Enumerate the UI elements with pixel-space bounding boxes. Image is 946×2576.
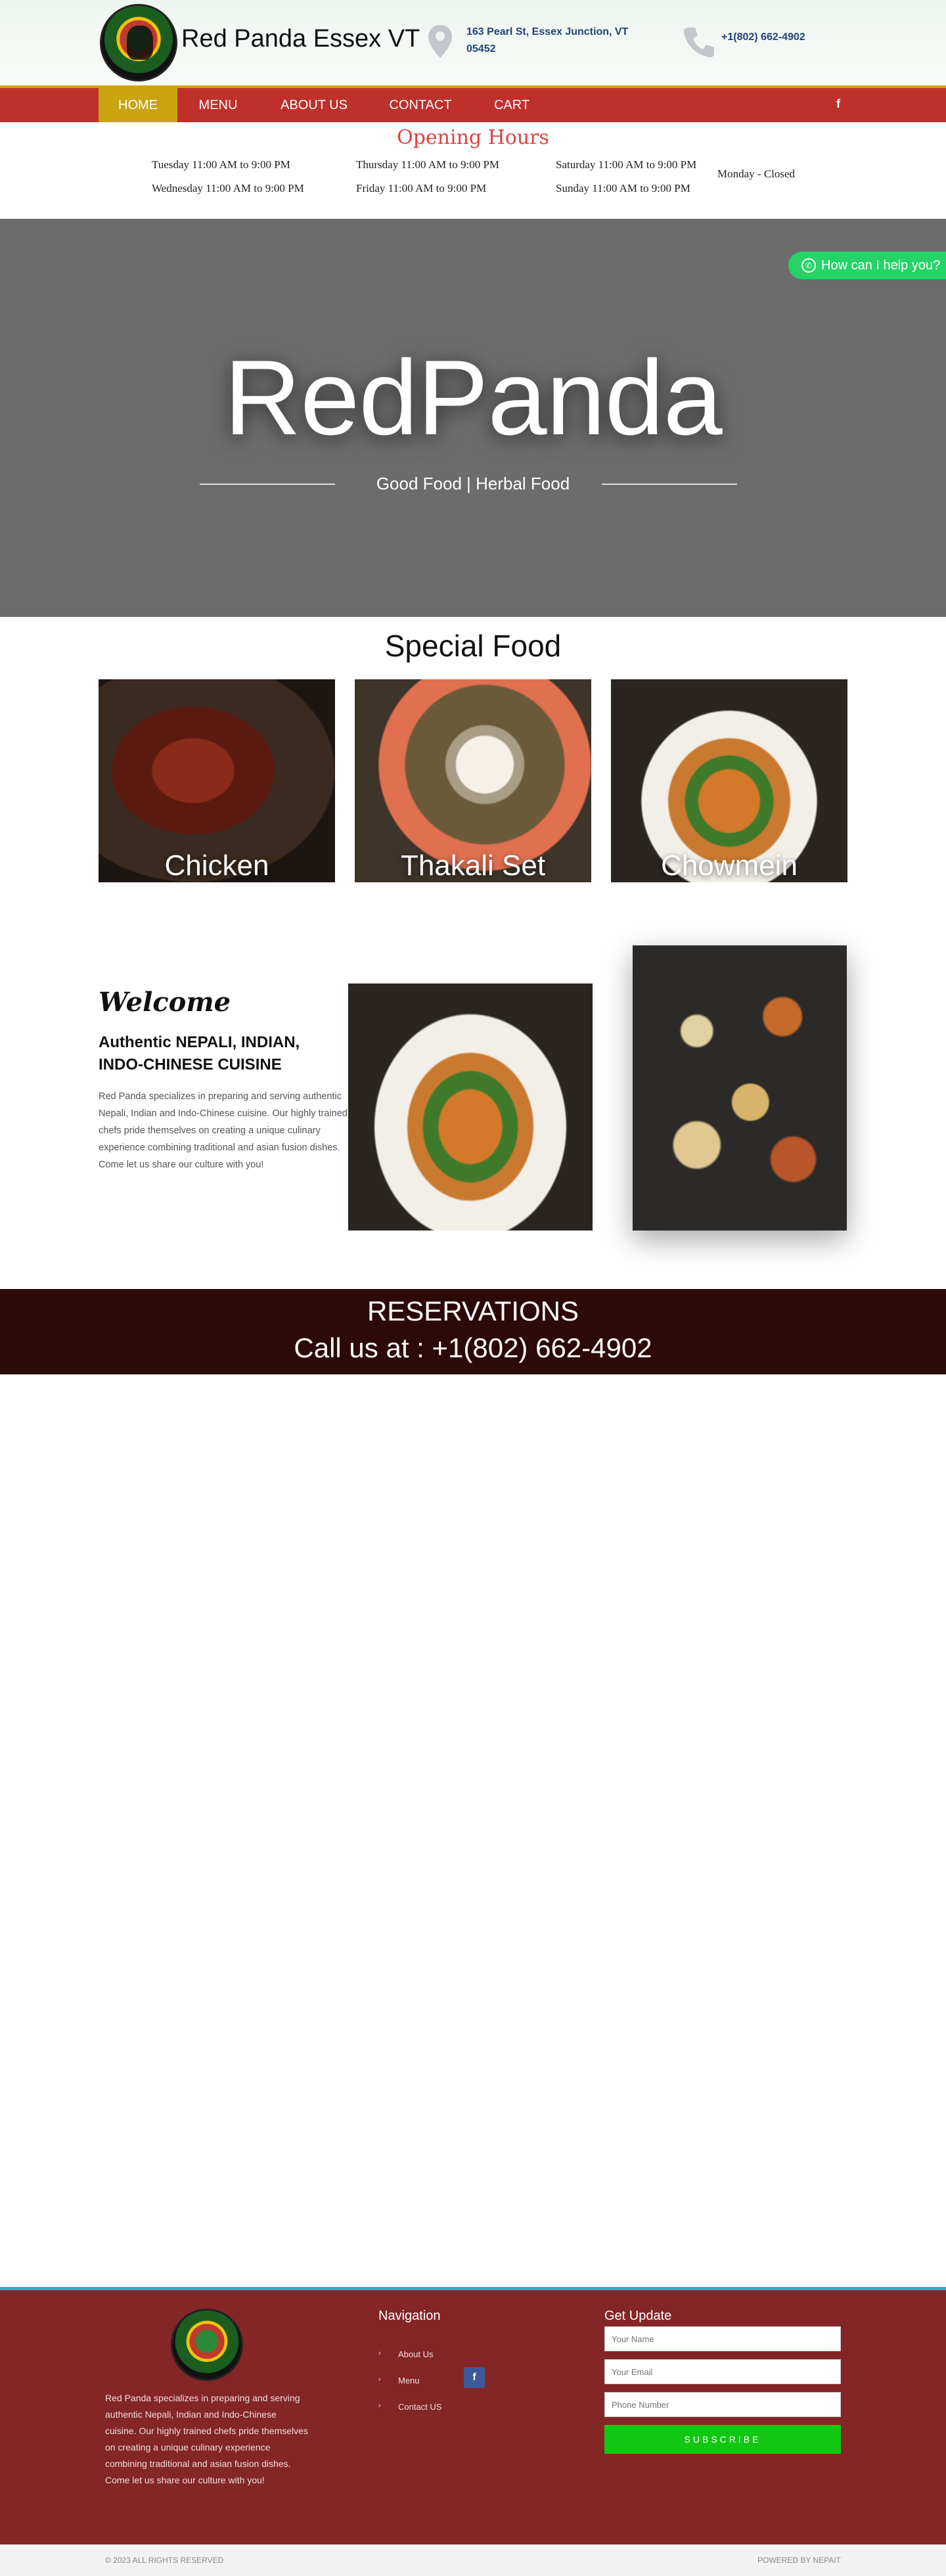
footer-link-about-us[interactable]: About Us bbox=[398, 2349, 433, 2359]
brand-name[interactable]: Red Panda Essex VT bbox=[181, 25, 420, 53]
phone-icon bbox=[683, 28, 714, 58]
opening-hours-title: Opening Hours bbox=[397, 126, 549, 149]
subscribe-button[interactable]: SUBSCRIBE bbox=[604, 2425, 841, 2454]
special-food-title: Special Food bbox=[384, 629, 562, 663]
hero-divider-right bbox=[602, 484, 737, 485]
bullet-icon: › bbox=[378, 2349, 381, 2357]
page: Red Panda Essex VT 163 Pearl St, Essex J… bbox=[0, 0, 946, 2576]
hours-sunday: Sunday 11:00 AM to 9:00 PM bbox=[556, 182, 690, 194]
welcome-text: Red Panda specializes in preparing and s… bbox=[99, 1091, 348, 1170]
facebook-icon[interactable]: f bbox=[832, 97, 845, 113]
header: Red Panda Essex VT 163 Pearl St, Essex J… bbox=[0, 0, 946, 85]
nav-about-us[interactable]: ABOUT US bbox=[271, 88, 357, 122]
email-input[interactable] bbox=[604, 2359, 841, 2384]
reservations-phone[interactable]: Call us at : +1(802) 662-4902 bbox=[0, 1332, 946, 1364]
footer-facebook-icon[interactable]: f bbox=[464, 2367, 485, 2388]
phone-input[interactable] bbox=[604, 2392, 841, 2417]
nav-menu[interactable]: MENU bbox=[185, 88, 251, 122]
chowmein-image bbox=[348, 983, 593, 1231]
footer-about-text: Red Panda specializes in preparing and s… bbox=[105, 2393, 308, 2485]
footer-link-menu[interactable]: Menu bbox=[398, 2376, 420, 2385]
name-input[interactable] bbox=[604, 2326, 841, 2351]
food-label: Chowmein bbox=[661, 849, 798, 882]
reservations-title: RESERVATIONS bbox=[367, 1296, 579, 1326]
food-label: Chicken bbox=[164, 849, 269, 882]
hours-saturday: Saturday 11:00 AM to 9:00 PM bbox=[556, 158, 697, 171]
food-label: Thakali Set bbox=[400, 849, 546, 882]
food-spread-image bbox=[633, 945, 847, 1231]
nav-cart[interactable]: CART bbox=[484, 88, 540, 122]
address: 163 Pearl St, Essex Junction, VT 05452 bbox=[466, 26, 629, 55]
footer-update-title: Get Update bbox=[604, 2309, 672, 2323]
bottom-bar: © 2023 ALL RIGHTS RESERVED POWERED BY NE… bbox=[0, 2544, 946, 2576]
food-card-thakali-set[interactable]: Thakali Set bbox=[355, 679, 591, 882]
footer-logo[interactable] bbox=[171, 2309, 243, 2381]
copyright: © 2023 ALL RIGHTS RESERVED bbox=[105, 2556, 224, 2565]
whatsapp-label: How can I help you? bbox=[821, 258, 941, 273]
food-card-chowmein[interactable]: Chowmein bbox=[611, 679, 847, 882]
welcome-subtitle: Authentic NEPALI, INDIAN, INDO-CHINESE C… bbox=[99, 1033, 300, 1073]
food-card-chicken[interactable]: Chicken bbox=[99, 679, 335, 882]
hero-subtitle: Good Food | Herbal Food bbox=[376, 474, 570, 493]
whatsapp-icon: ✆ bbox=[801, 258, 816, 273]
hours-monday: Monday - Closed bbox=[717, 168, 796, 180]
hero-banner: ✆ How can I help you? RedPanda Good Food… bbox=[0, 219, 946, 617]
reservations-banner: RESERVATIONS Call us at : +1(802) 662-49… bbox=[0, 1289, 946, 1374]
footer-link-contact-us[interactable]: Contact US bbox=[398, 2402, 441, 2412]
bullet-icon: › bbox=[378, 2402, 381, 2410]
hours-tuesday: Tuesday 11:00 AM to 9:00 PM bbox=[152, 158, 290, 171]
footer: Red Panda specializes in preparing and s… bbox=[0, 2287, 946, 2544]
whatsapp-chat-button[interactable]: ✆ How can I help you? bbox=[788, 252, 946, 279]
nav-contact[interactable]: CONTACT bbox=[377, 88, 464, 122]
hours-wednesday: Wednesday 11:00 AM to 9:00 PM bbox=[152, 182, 304, 194]
nav-home[interactable]: HOME bbox=[99, 88, 177, 122]
powered-by[interactable]: POWERED BY NEPAIT bbox=[757, 2556, 841, 2565]
logo[interactable] bbox=[100, 4, 177, 81]
footer-nav-title: Navigation bbox=[378, 2309, 441, 2323]
hero-title: RedPanda bbox=[224, 338, 723, 457]
main-nav: HOME MENU ABOUT US CONTACT CART f bbox=[0, 85, 946, 122]
hours-thursday: Thursday 11:00 AM to 9:00 PM bbox=[356, 158, 500, 171]
bullet-icon: › bbox=[378, 2376, 381, 2384]
phone-number[interactable]: +1(802) 662-4902 bbox=[721, 32, 805, 43]
welcome-title: Welcome bbox=[99, 987, 231, 1018]
hours-friday: Friday 11:00 AM to 9:00 PM bbox=[356, 182, 487, 194]
location-pin-icon bbox=[428, 25, 452, 58]
